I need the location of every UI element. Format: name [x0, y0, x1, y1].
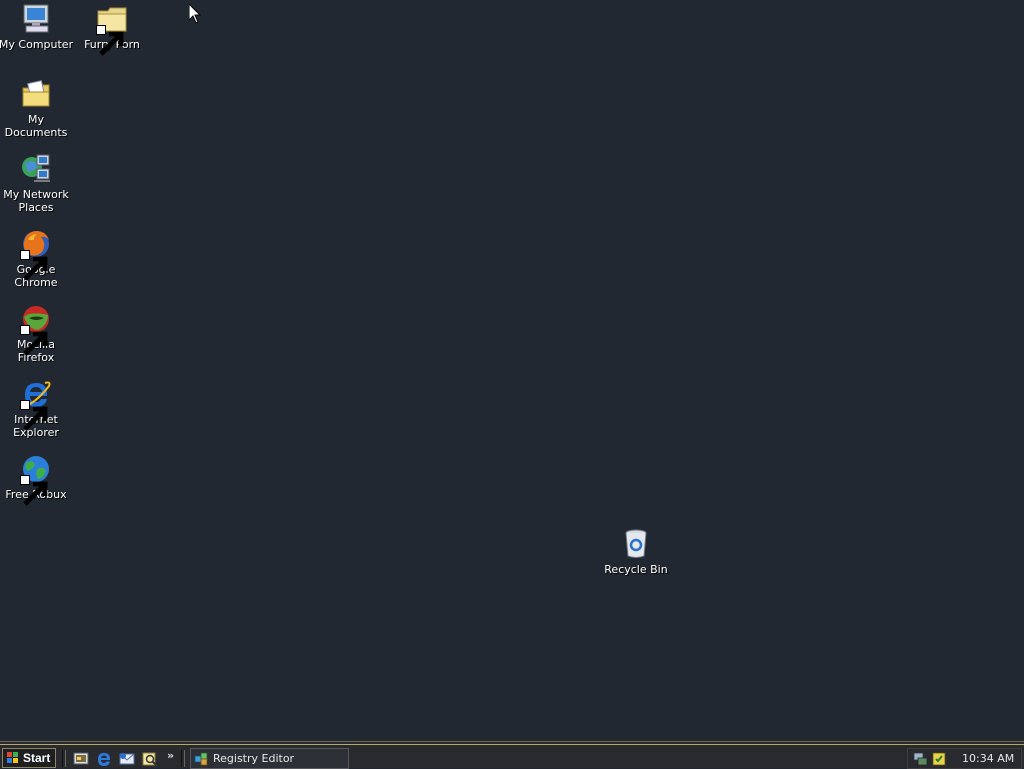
- security-tray-icon[interactable]: [931, 751, 947, 767]
- google-chrome-shortcut[interactable]: Google Chrome: [0, 228, 74, 289]
- taskbar: Start » Registry Editor 10:34 AM: [0, 741, 1024, 769]
- shortcut-arrow-icon: [96, 25, 124, 56]
- outlook-icon[interactable]: [118, 750, 136, 768]
- folder-icon: [96, 3, 128, 56]
- taskbar-inner: Start » Registry Editor 10:34 AM: [0, 744, 1024, 769]
- icon-label: Recycle Bin: [604, 563, 668, 576]
- mouse-cursor-icon: [189, 4, 201, 24]
- task-label: Registry Editor: [213, 752, 295, 765]
- icon-label: My Documents: [4, 113, 68, 139]
- icon-label: My Network Places: [3, 188, 69, 214]
- system-tray: 10:34 AM: [907, 748, 1022, 769]
- taskbar-separator: [181, 750, 185, 767]
- start-label: Start: [23, 751, 51, 765]
- firefox-logo-icon: [20, 228, 52, 281]
- network-icon: [20, 153, 52, 185]
- computer-icon: [20, 3, 52, 35]
- icon-label: My Computer: [0, 38, 74, 51]
- ie-icon[interactable]: [95, 750, 113, 768]
- recycle-bin-icon[interactable]: Recycle Bin: [598, 528, 674, 576]
- clock[interactable]: 10:34 AM: [962, 752, 1014, 765]
- mozilla-firefox-shortcut[interactable]: Mozilla Firefox: [0, 303, 74, 364]
- shortcut-arrow-icon: [20, 250, 48, 281]
- registry-editor-icon: [194, 752, 208, 766]
- start-button[interactable]: Start: [2, 748, 56, 768]
- show-desktop-icon[interactable]: [72, 750, 90, 768]
- internet-explorer-shortcut[interactable]: Internet Explorer: [0, 378, 74, 439]
- desktop[interactable]: My Computer Furry Porn My Documents My N…: [0, 0, 1024, 741]
- my-computer-icon[interactable]: My Computer: [0, 3, 74, 51]
- recycle-bin-icon-image: [620, 528, 652, 560]
- network-tray-icon[interactable]: [913, 751, 929, 767]
- ie-icon: [20, 378, 52, 431]
- furry-porn-folder[interactable]: Furry Porn: [74, 3, 150, 56]
- quick-launch-overflow-button[interactable]: »: [167, 749, 174, 762]
- my-network-places-icon[interactable]: My Network Places: [0, 153, 74, 214]
- taskbar-separator: [62, 750, 66, 767]
- shortcut-arrow-icon: [20, 325, 48, 356]
- free-robux-shortcut[interactable]: Free Robux: [0, 453, 74, 506]
- documents-folder-icon: [20, 78, 52, 110]
- search-icon[interactable]: [141, 750, 159, 768]
- taskbar-button-registry-editor[interactable]: Registry Editor: [190, 748, 349, 769]
- shortcut-arrow-icon: [20, 475, 48, 506]
- green-ball-icon: [20, 303, 52, 356]
- globe-icon: [20, 453, 52, 506]
- my-documents-icon[interactable]: My Documents: [0, 78, 74, 139]
- shortcut-arrow-icon: [20, 400, 48, 431]
- windows-flag-icon: [7, 752, 18, 763]
